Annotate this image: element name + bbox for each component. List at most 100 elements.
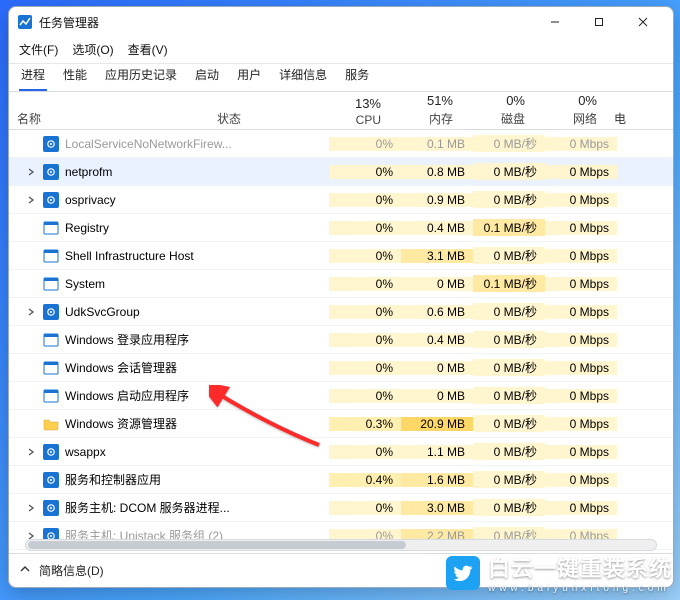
cell-mem: 0.6 MB	[401, 305, 473, 319]
col-mem[interactable]: 内存	[429, 110, 453, 127]
cell-cpu: 0%	[329, 249, 401, 263]
minimize-button[interactable]	[533, 8, 577, 36]
table-row[interactable]: 服务和控制器应用0.4%1.6 MB0 MB/秒0 Mbps	[9, 466, 673, 494]
expand-chevron-icon[interactable]	[25, 503, 37, 513]
cell-disk: 0 MB/秒	[473, 135, 545, 152]
tab-history[interactable]: 应用历史记录	[103, 62, 179, 91]
bird-icon	[446, 556, 480, 590]
process-icon	[43, 332, 59, 348]
cell-disk: 0 MB/秒	[473, 415, 545, 432]
table-row[interactable]: Windows 启动应用程序 0%0 MB0 MB/秒0 Mbps	[9, 382, 673, 410]
menu-options[interactable]: 选项(O)	[72, 41, 113, 58]
cpu-pct: 13%	[355, 96, 381, 111]
cell-net: 0 Mbps	[545, 501, 617, 515]
cell-cpu: 0%	[329, 501, 401, 515]
tab-performance[interactable]: 性能	[61, 62, 89, 91]
col-disk[interactable]: 磁盘	[501, 110, 525, 127]
cell-net: 0 Mbps	[545, 473, 617, 487]
col-net[interactable]: 网络	[573, 110, 597, 127]
maximize-button[interactable]	[577, 8, 621, 36]
cell-cpu: 0%	[329, 277, 401, 291]
table-row[interactable]: Shell Infrastructure Host0%3.1 MB0 MB/秒0…	[9, 242, 673, 270]
process-name: Windows 启动应用程序	[65, 387, 189, 404]
process-icon	[43, 472, 59, 488]
cell-net: 0 Mbps	[545, 137, 617, 151]
cell-disk: 0.1 MB/秒	[473, 219, 545, 236]
process-icon	[43, 388, 59, 404]
scrollbar-thumb[interactable]	[28, 541, 406, 549]
cell-mem: 0.4 MB	[401, 333, 473, 347]
tab-services[interactable]: 服务	[343, 62, 371, 91]
process-icon	[43, 220, 59, 236]
menu-view[interactable]: 查看(V)	[128, 41, 168, 58]
process-icon	[43, 304, 59, 320]
process-name: Registry	[65, 221, 109, 235]
expand-chevron-icon[interactable]	[25, 195, 37, 205]
tab-details[interactable]: 详细信息	[277, 62, 329, 91]
cell-disk: 0 MB/秒	[473, 331, 545, 348]
process-name: UdkSvcGroup	[65, 305, 140, 319]
col-extra[interactable]: 电	[614, 112, 626, 126]
col-status[interactable]: 状态	[217, 112, 241, 126]
watermark: 白云一键重装系统 www.baiyunxitong.com	[446, 551, 672, 594]
mem-pct: 51%	[427, 93, 453, 108]
cell-mem: 3.0 MB	[401, 501, 473, 515]
cell-disk: 0 MB/秒	[473, 387, 545, 404]
cell-disk: 0 MB/秒	[473, 303, 545, 320]
menu-file[interactable]: 文件(F)	[19, 41, 58, 58]
tab-startup[interactable]: 启动	[193, 62, 221, 91]
net-pct: 0%	[578, 93, 597, 108]
expand-chevron-icon[interactable]	[25, 307, 37, 317]
cell-mem: 1.1 MB	[401, 445, 473, 459]
tab-users[interactable]: 用户	[235, 62, 263, 91]
table-row[interactable]: Registry0%0.4 MB0.1 MB/秒0 Mbps	[9, 214, 673, 242]
process-name: Windows 会话管理器	[65, 359, 177, 376]
cell-disk: 0.1 MB/秒	[473, 275, 545, 292]
col-cpu[interactable]: CPU	[356, 113, 381, 127]
process-icon	[43, 136, 59, 152]
cell-disk: 0 MB/秒	[473, 443, 545, 460]
expand-chevron-icon[interactable]	[25, 447, 37, 457]
table-row[interactable]: Windows 资源管理器0.3%20.9 MB0 MB/秒0 Mbps	[9, 410, 673, 438]
process-icon	[43, 500, 59, 516]
brief-info-link[interactable]: 简略信息(D)	[39, 562, 104, 579]
menubar: 文件(F) 选项(O) 查看(V)	[9, 37, 673, 61]
cell-mem: 0 MB	[401, 361, 473, 375]
col-name[interactable]: 名称	[17, 110, 217, 127]
expand-chevron-icon[interactable]	[25, 167, 37, 177]
table-row[interactable]: wsappx0%1.1 MB0 MB/秒0 Mbps	[9, 438, 673, 466]
cell-cpu: 0%	[329, 361, 401, 375]
cell-mem: 0 MB	[401, 389, 473, 403]
chevron-up-icon[interactable]	[19, 563, 31, 578]
titlebar[interactable]: 任务管理器	[9, 7, 673, 37]
tab-processes[interactable]: 进程	[19, 62, 47, 91]
process-icon	[43, 360, 59, 376]
cell-mem: 0.1 MB	[401, 137, 473, 151]
desktop-background: 任务管理器 文件(F) 选项(O) 查看(V) 进程 性能 应用历史记录 启动 …	[0, 0, 680, 600]
close-button[interactable]	[621, 8, 665, 36]
cell-cpu: 0%	[329, 389, 401, 403]
process-list[interactable]: LocalServiceNoNetworkFirew...0%0.1 MB0 M…	[9, 130, 673, 553]
tabstrip: 进程 性能 应用历史记录 启动 用户 详细信息 服务	[9, 64, 673, 92]
cell-cpu: 0%	[329, 445, 401, 459]
cell-net: 0 Mbps	[545, 389, 617, 403]
process-name: Windows 登录应用程序	[65, 331, 189, 348]
disk-pct: 0%	[506, 93, 525, 108]
cell-mem: 0.8 MB	[401, 165, 473, 179]
table-row[interactable]: Windows 登录应用程序0%0.4 MB0 MB/秒0 Mbps	[9, 326, 673, 354]
table-row[interactable]: netprofm0%0.8 MB0 MB/秒0 Mbps	[9, 158, 673, 186]
table-row[interactable]: UdkSvcGroup0%0.6 MB0 MB/秒0 Mbps	[9, 298, 673, 326]
cell-disk: 0 MB/秒	[473, 499, 545, 516]
table-row[interactable]: System0%0 MB0.1 MB/秒0 Mbps	[9, 270, 673, 298]
table-row[interactable]: osprivacy0%0.9 MB0 MB/秒0 Mbps	[9, 186, 673, 214]
horizontal-scrollbar[interactable]	[25, 539, 657, 551]
process-name: System	[65, 277, 105, 291]
process-name: wsappx	[65, 445, 106, 459]
process-name: Windows 资源管理器	[65, 415, 177, 432]
table-row[interactable]: LocalServiceNoNetworkFirew...0%0.1 MB0 M…	[9, 130, 673, 158]
table-row[interactable]: Windows 会话管理器0%0 MB0 MB/秒0 Mbps	[9, 354, 673, 382]
table-row[interactable]: 服务主机: DCOM 服务器进程...0%3.0 MB0 MB/秒0 Mbps	[9, 494, 673, 522]
app-icon	[17, 14, 33, 30]
process-icon	[43, 248, 59, 264]
column-headers[interactable]: 名称 状态 13% CPU 51% 内存 0% 磁盘 0% 网络 电	[9, 92, 673, 130]
